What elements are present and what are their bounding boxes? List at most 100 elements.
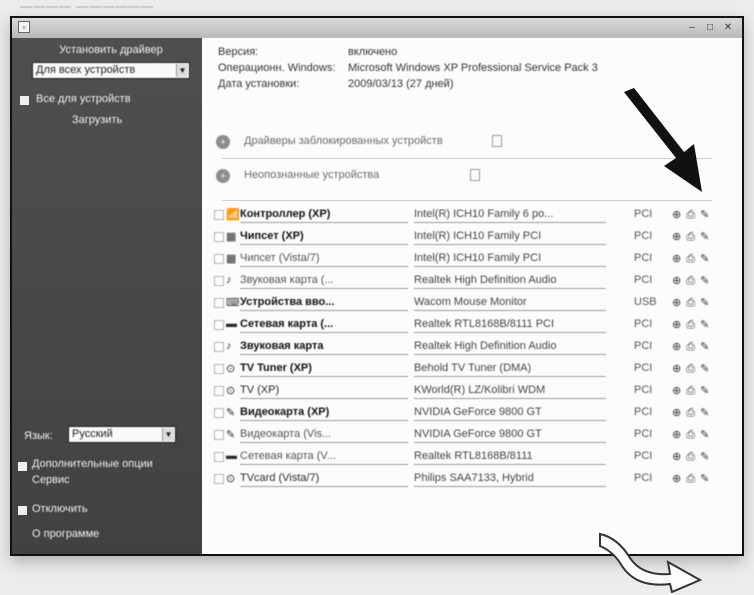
table-row[interactable]: ♪ Звуковая карта (... Realtek High Defin…: [214, 270, 734, 292]
sidebar-top-select[interactable]: Для всех устройств ▼: [32, 62, 190, 79]
info-icon[interactable]: ⊕: [672, 407, 682, 419]
row-checkbox[interactable]: [214, 232, 224, 242]
device-bus: PCI: [634, 340, 653, 352]
row-actions[interactable]: ⊕ ⎙ ✎: [672, 230, 728, 244]
info-icon[interactable]: ⊕: [672, 429, 682, 441]
install-icon[interactable]: ⎙: [686, 473, 696, 485]
install-icon[interactable]: ⎙: [686, 363, 696, 375]
table-row[interactable]: ▬ Сетевая карта (V... Realtek RTL8168B/8…: [214, 446, 734, 468]
blocked-drivers-toggle[interactable]: + Драйверы заблокированных устройств: [216, 132, 516, 154]
row-checkbox[interactable]: [214, 254, 224, 264]
table-row[interactable]: ⊙ TVcard (Vista/7) Philips SAA7133, Hybr…: [214, 468, 734, 490]
table-row[interactable]: ⊙ TV Tuner (XP) Behold TV Tuner (DMA) PC…: [214, 358, 734, 380]
table-row[interactable]: ✎ Видеокарта (XP) NVIDIA GeForce 9800 GT…: [214, 402, 734, 424]
sidebar-sub-label[interactable]: Загрузить: [72, 114, 172, 126]
row-actions[interactable]: ⊕ ⎙ ✎: [672, 296, 728, 310]
info-icon[interactable]: ⊕: [672, 253, 682, 265]
install-icon[interactable]: ⎙: [686, 341, 696, 353]
install-icon[interactable]: ⎙: [686, 429, 696, 441]
info-icon[interactable]: ⊕: [672, 275, 682, 287]
table-row[interactable]: ✎ Видеокарта (Vis... NVIDIA GeForce 9800…: [214, 424, 734, 446]
device-model: Intel(R) ICH10 Family PCI: [414, 230, 606, 245]
download-icon[interactable]: ✎: [700, 363, 710, 375]
install-icon[interactable]: ⎙: [686, 231, 696, 243]
download-icon[interactable]: ✎: [700, 253, 710, 265]
row-checkbox[interactable]: [214, 320, 224, 330]
unknown-devices-toggle[interactable]: + Неопознанные устройства: [216, 166, 516, 188]
device-icon: ♪: [226, 340, 232, 352]
device-bus: PCI: [634, 274, 653, 286]
info-icon[interactable]: ⊕: [672, 451, 682, 463]
info-icon[interactable]: ⊕: [672, 363, 682, 375]
row-checkbox[interactable]: [214, 408, 224, 418]
sidebar-link-options[interactable]: Дополнительные опции: [32, 458, 182, 470]
table-row[interactable]: ▦ Чипсет (Vista/7) Intel(R) ICH10 Family…: [214, 248, 734, 270]
row-checkbox[interactable]: [214, 430, 224, 440]
sidebar-link-service[interactable]: Сервис: [32, 474, 182, 486]
sidebar-checkbox[interactable]: [20, 96, 29, 105]
install-icon[interactable]: ⎙: [686, 297, 696, 309]
install-icon[interactable]: ⎙: [686, 385, 696, 397]
row-actions[interactable]: ⊕ ⎙ ✎: [672, 362, 728, 376]
sidebar-link-disable[interactable]: Отключить: [32, 503, 182, 515]
info-row: Версия: включено: [202, 46, 742, 62]
row-actions[interactable]: ⊕ ⎙ ✎: [672, 252, 728, 266]
minimize-button[interactable]: –: [684, 21, 700, 34]
info-icon[interactable]: ⊕: [672, 209, 682, 221]
row-actions[interactable]: ⊕ ⎙ ✎: [672, 208, 728, 222]
row-checkbox[interactable]: [214, 386, 224, 396]
download-icon[interactable]: ✎: [700, 297, 710, 309]
row-checkbox[interactable]: [214, 364, 224, 374]
row-actions[interactable]: ⊕ ⎙ ✎: [672, 274, 728, 288]
download-icon[interactable]: ✎: [700, 407, 710, 419]
download-icon[interactable]: ✎: [700, 209, 710, 221]
table-row[interactable]: ⌨ Устройства вво... Wacom Mouse Monitor …: [214, 292, 734, 314]
row-checkbox[interactable]: [214, 210, 224, 220]
language-select[interactable]: Русский ▼: [68, 426, 176, 443]
sidebar-checkbox-label: Все для устройств: [36, 93, 131, 105]
table-row[interactable]: 📶 Контроллер (XP) Intel(R) ICH10 Family …: [214, 204, 734, 226]
row-checkbox[interactable]: [214, 342, 224, 352]
install-icon[interactable]: ⎙: [686, 275, 696, 287]
row-actions[interactable]: ⊕ ⎙ ✎: [672, 472, 728, 486]
row-checkbox[interactable]: [214, 276, 224, 286]
row-actions[interactable]: ⊕ ⎙ ✎: [672, 428, 728, 442]
info-icon[interactable]: ⊕: [672, 473, 682, 485]
device-bus: PCI: [634, 384, 653, 396]
table-row[interactable]: ▦ Чипсет (XP) Intel(R) ICH10 Family PCI …: [214, 226, 734, 248]
app-window-icon: ▫: [18, 21, 30, 33]
row-actions[interactable]: ⊕ ⎙ ✎: [672, 450, 728, 464]
install-icon[interactable]: ⎙: [686, 451, 696, 463]
info-icon[interactable]: ⊕: [672, 231, 682, 243]
row-checkbox[interactable]: [214, 298, 224, 308]
info-icon[interactable]: ⊕: [672, 319, 682, 331]
sidebar-link-about[interactable]: О программе: [32, 528, 182, 540]
info-icon[interactable]: ⊕: [672, 297, 682, 309]
install-icon[interactable]: ⎙: [686, 209, 696, 221]
install-icon[interactable]: ⎙: [686, 407, 696, 419]
download-icon[interactable]: ✎: [700, 451, 710, 463]
row-actions[interactable]: ⊕ ⎙ ✎: [672, 406, 728, 420]
table-row[interactable]: ⊙ TV (XP) KWorld(R) LZ/Kolibri WDM PCI ⊕…: [214, 380, 734, 402]
download-icon[interactable]: ✎: [700, 385, 710, 397]
download-icon[interactable]: ✎: [700, 473, 710, 485]
download-icon[interactable]: ✎: [700, 319, 710, 331]
download-icon[interactable]: ✎: [700, 429, 710, 441]
row-checkbox[interactable]: [214, 452, 224, 462]
maximize-button[interactable]: □: [702, 21, 718, 34]
row-checkbox[interactable]: [214, 474, 224, 484]
row-actions[interactable]: ⊕ ⎙ ✎: [672, 340, 728, 354]
row-actions[interactable]: ⊕ ⎙ ✎: [672, 384, 728, 398]
info-icon[interactable]: ⊕: [672, 341, 682, 353]
table-row[interactable]: ▬ Сетевая карта (... Realtek RTL8168B/81…: [214, 314, 734, 336]
device-name: Чипсет (XP): [240, 230, 408, 245]
install-icon[interactable]: ⎙: [686, 319, 696, 331]
download-icon[interactable]: ✎: [700, 275, 710, 287]
install-icon[interactable]: ⎙: [686, 253, 696, 265]
download-icon[interactable]: ✎: [700, 341, 710, 353]
table-row[interactable]: ♪ Звуковая карта Realtek High Definition…: [214, 336, 734, 358]
info-icon[interactable]: ⊕: [672, 385, 682, 397]
close-button[interactable]: ✕: [720, 21, 736, 34]
row-actions[interactable]: ⊕ ⎙ ✎: [672, 318, 728, 332]
download-icon[interactable]: ✎: [700, 231, 710, 243]
